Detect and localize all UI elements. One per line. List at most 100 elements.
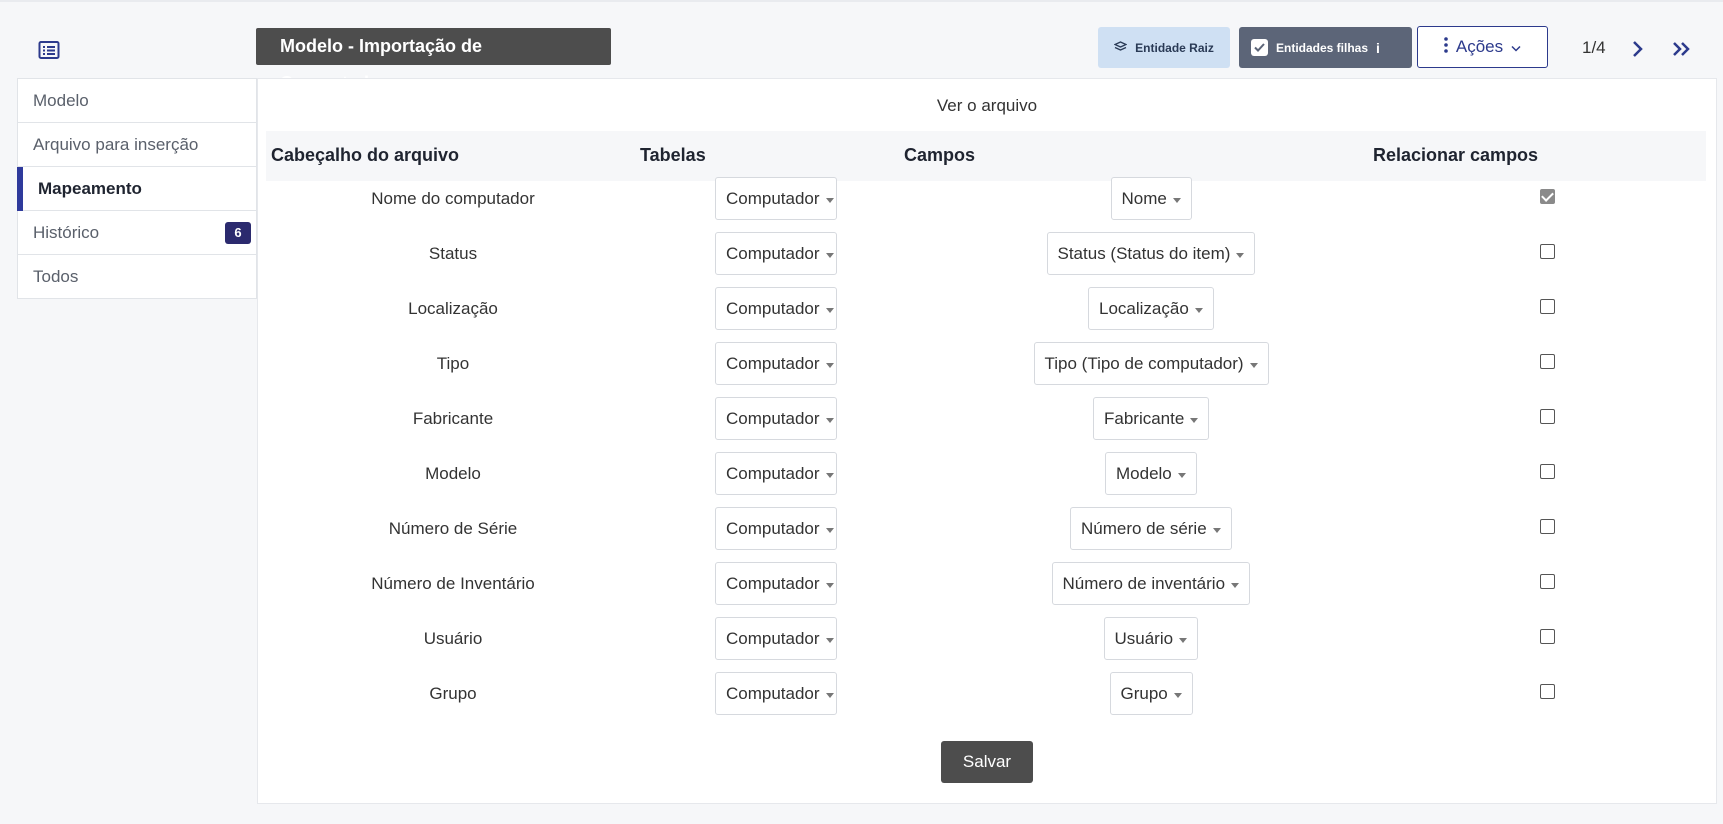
table-select[interactable]: Computador <box>715 452 837 495</box>
table-row: Modelo Computador Modelo <box>266 452 1706 511</box>
field-select-value: Modelo <box>1116 463 1172 483</box>
child-entities-checkbox[interactable] <box>1251 39 1268 56</box>
table-select[interactable]: Computador <box>715 507 837 550</box>
table-select-value: Computador <box>726 628 820 648</box>
link-fields-checkbox[interactable] <box>1540 409 1555 424</box>
sidebar-item-todos[interactable]: Todos <box>18 255 256 299</box>
table-select-value: Computador <box>726 298 820 318</box>
field-select-value: Número de série <box>1081 518 1207 538</box>
field-select[interactable]: Status (Status do item) <box>1046 232 1256 275</box>
mapping-panel: Ver o arquivo Cabeçalho do arquivo Tabel… <box>257 78 1717 804</box>
caret-down-icon <box>825 197 834 203</box>
link-fields-checkbox[interactable] <box>1540 354 1555 369</box>
caret-down-icon <box>825 527 834 533</box>
double-chevron-right-icon[interactable] <box>1670 37 1696 61</box>
table-select[interactable]: Computador <box>715 562 837 605</box>
table-row: Grupo Computador Grupo <box>266 672 1706 731</box>
column-header: Relacionar campos <box>1373 145 1539 165</box>
sidebar-item-label: Modelo <box>33 90 89 110</box>
link-fields-checkbox[interactable] <box>1540 244 1555 259</box>
sidebar-item-mapeamento[interactable]: Mapeamento <box>17 167 256 211</box>
link-fields-checkbox[interactable] <box>1540 189 1555 204</box>
table-select[interactable]: Computador <box>715 672 837 715</box>
entity-root-label: Entidade Raiz <box>1135 40 1214 55</box>
link-fields-checkbox[interactable] <box>1540 519 1555 534</box>
sidebar-item-modelo[interactable]: Modelo <box>18 79 256 123</box>
table-row: Número de Inventário Computador Número de … <box>266 562 1706 621</box>
page-title: Modelo - Importação de Computadores <box>256 28 611 93</box>
list-icon[interactable] <box>38 40 60 60</box>
table-select[interactable]: Computador <box>715 397 837 440</box>
table-select[interactable]: Computador <box>715 342 837 385</box>
caret-down-icon <box>1172 197 1181 203</box>
link-fields-checkbox[interactable] <box>1540 629 1555 644</box>
table-header: Cabeçalho do arquivo Tabelas Campos Rela… <box>266 131 1706 181</box>
field-select[interactable]: Modelo <box>1105 452 1197 495</box>
sidebar-item-label: Todos <box>33 267 79 286</box>
link-fields-checkbox[interactable] <box>1540 299 1555 314</box>
field-select-value: Fabricante <box>1104 408 1185 428</box>
sidebar: Modelo Arquivo para inserção Mapeamento … <box>17 78 257 299</box>
table-select-value: Computador <box>726 573 820 593</box>
field-select-value: Nome <box>1121 188 1167 208</box>
save-button[interactable]: Salvar <box>941 741 1033 783</box>
caret-down-icon <box>1231 582 1240 588</box>
table-select-value: Computador <box>726 463 820 483</box>
table-select[interactable]: Computador <box>715 177 837 220</box>
link-fields-checkbox[interactable] <box>1540 464 1555 479</box>
table-select-value: Computador <box>726 518 820 538</box>
actions-button[interactable]: Ações <box>1417 26 1548 68</box>
caret-down-icon <box>1190 417 1199 423</box>
field-select[interactable]: Usuário <box>1103 617 1199 660</box>
field-select[interactable]: Tipo (Tipo de computador) <box>1033 342 1269 385</box>
link-fields-checkbox[interactable] <box>1540 684 1555 699</box>
top-divider <box>0 0 1723 2</box>
field-select[interactable]: Fabricante <box>1093 397 1210 440</box>
file-header-cell: Grupo <box>429 684 477 703</box>
sidebar-item-arquivo[interactable]: Arquivo para inserção <box>18 123 256 167</box>
table-row: Tipo Computador Tipo (Tipo de computador) <box>266 342 1706 401</box>
table-row: Número de Série Computador Número de série <box>266 507 1706 566</box>
caret-down-icon <box>825 472 834 478</box>
table-select[interactable]: Computador <box>715 287 837 330</box>
count-badge: 6 <box>225 222 251 244</box>
field-select-value: Status (Status do item) <box>1057 243 1231 263</box>
file-header-cell: Tipo <box>436 354 470 373</box>
file-header-cell: Localização <box>408 299 498 318</box>
child-entities-toggle[interactable]: Entidades filhas i <box>1239 27 1412 68</box>
table-select-value: Computador <box>726 353 820 373</box>
field-select[interactable]: Grupo <box>1109 672 1193 715</box>
caret-down-icon <box>1173 692 1182 698</box>
sidebar-item-historico[interactable]: Histórico 6 <box>18 211 256 255</box>
caret-down-icon <box>1194 307 1203 313</box>
caret-down-icon <box>825 692 834 698</box>
pager-indicator: 1/4 <box>1582 38 1606 57</box>
field-select[interactable]: Número de série <box>1070 507 1232 550</box>
field-select[interactable]: Número de inventário <box>1051 562 1251 605</box>
link-fields-checkbox[interactable] <box>1540 574 1555 589</box>
file-header-cell: Usuário <box>423 629 483 648</box>
info-icon: i <box>1376 39 1380 56</box>
actions-label: Ações <box>1455 37 1504 56</box>
chevron-right-icon[interactable] <box>1628 37 1648 61</box>
file-header-cell: Status <box>428 244 478 263</box>
caret-down-icon <box>825 252 834 258</box>
table-row: Fabricante Computador Fabricante <box>266 397 1706 456</box>
column-header: Tabelas <box>640 145 706 165</box>
table-row: Usuário Computador Usuário <box>266 617 1706 676</box>
table-row: Nome do computador Computador Nome <box>266 177 1706 236</box>
field-select[interactable]: Nome <box>1110 177 1192 220</box>
file-header-cell: Nome do computador <box>371 189 535 208</box>
table-select[interactable]: Computador <box>715 617 837 660</box>
caret-down-icon <box>825 307 834 313</box>
field-select-value: Grupo <box>1120 683 1168 703</box>
file-header-cell: Fabricante <box>412 409 494 428</box>
table-select[interactable]: Computador <box>715 232 837 275</box>
entity-root-button[interactable]: Entidade Raiz <box>1098 27 1230 68</box>
sidebar-item-label: Histórico <box>33 222 100 242</box>
caret-down-icon <box>825 417 834 423</box>
field-select[interactable]: Localização <box>1088 287 1214 330</box>
table-select-value: Computador <box>726 243 820 263</box>
layers-icon <box>1113 40 1128 55</box>
view-file-link[interactable]: Ver o arquivo <box>258 96 1716 116</box>
